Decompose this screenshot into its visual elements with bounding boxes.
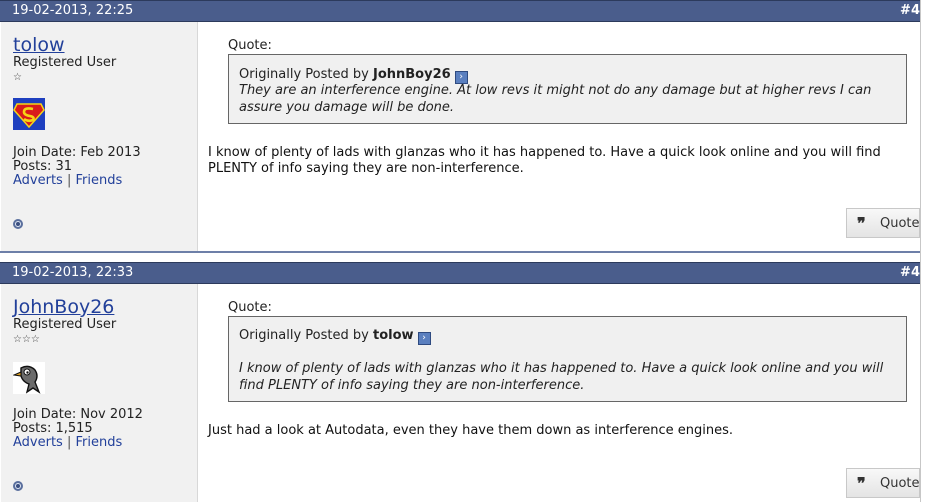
post-date: 19-02-2013, 22:33 xyxy=(12,265,134,280)
quote-button[interactable]: ❞ Quote xyxy=(846,208,920,238)
link-separator: | xyxy=(66,435,72,450)
quote-prefix: Originally Posted by xyxy=(239,328,369,343)
adverts-link[interactable]: Adverts xyxy=(13,173,63,188)
quote-marks-icon: ❞ xyxy=(857,474,866,493)
superman-avatar-icon[interactable] xyxy=(13,98,45,130)
post-header: 19-02-2013, 22:33 #4 xyxy=(0,262,920,284)
quote-button[interactable]: ❞ Quote xyxy=(846,468,920,498)
quote-attribution: Originally Posted by tolow › xyxy=(239,328,431,345)
post-number-link[interactable]: #4 xyxy=(900,3,920,18)
join-date: Join Date: Feb 2013 xyxy=(13,145,141,160)
quote-author: JohnBoy26 xyxy=(372,67,451,82)
user-info-panel: JohnBoy26 Registered User ☆☆☆ Join Date:… xyxy=(1,284,198,502)
rank-stars: ☆☆☆ xyxy=(13,334,40,345)
adverts-link[interactable]: Adverts xyxy=(13,435,63,450)
quote-author: tolow xyxy=(372,328,414,343)
user-links: Adverts | Friends xyxy=(13,173,122,188)
quote-label: Quote: xyxy=(228,300,272,315)
bird-avatar-icon[interactable] xyxy=(13,362,45,394)
message-panel: Quote: Originally Posted by JohnBoy26 › T… xyxy=(198,22,920,251)
online-status-icon xyxy=(13,219,23,229)
join-date: Join Date: Nov 2012 xyxy=(13,407,143,422)
view-post-icon[interactable]: › xyxy=(417,332,431,345)
quote-marks-icon: ❞ xyxy=(857,214,866,233)
link-separator: | xyxy=(66,173,72,188)
user-title: Registered User xyxy=(13,55,117,70)
username-link[interactable]: JohnBoy26 xyxy=(13,296,114,318)
post-1: 19-02-2013, 22:25 #4 tolow Registered Us… xyxy=(0,0,920,252)
user-title: Registered User xyxy=(13,317,117,332)
user-links: Adverts | Friends xyxy=(13,435,122,450)
post-count: Posts: 31 xyxy=(13,159,73,174)
post-message: Just had a look at Autodata, even they h… xyxy=(208,423,734,438)
quote-box: Originally Posted by JohnBoy26 › They are… xyxy=(228,54,907,124)
quote-button-label: Quote xyxy=(880,216,920,231)
rank-stars: ☆ xyxy=(13,72,22,83)
post-2: 19-02-2013, 22:33 #4 JohnBoy26 Registere… xyxy=(0,262,920,502)
quote-button-label: Quote xyxy=(880,476,920,491)
page-right-edge xyxy=(920,0,934,502)
user-info-panel: tolow Registered User ☆ Join Date: Feb 2… xyxy=(1,22,198,251)
username-link[interactable]: tolow xyxy=(13,34,65,56)
quote-prefix: Originally Posted by xyxy=(239,67,369,82)
friends-link[interactable]: Friends xyxy=(76,435,123,450)
quote-text: They are an interference engine. At low … xyxy=(239,83,872,115)
post-header: 19-02-2013, 22:25 #4 xyxy=(0,0,920,22)
post-message: I know of plenty of lads with glanzas wh… xyxy=(208,145,881,176)
quote-text: I know of plenty of lads with glanzas wh… xyxy=(239,361,884,393)
message-panel: Quote: Originally Posted by tolow › I kno… xyxy=(198,284,920,502)
quote-box: Originally Posted by tolow › I know of pl… xyxy=(228,316,907,402)
post-number-link[interactable]: #4 xyxy=(900,265,920,280)
quote-label: Quote: xyxy=(228,38,272,53)
post-date: 19-02-2013, 22:25 xyxy=(12,3,134,18)
post-divider xyxy=(0,251,920,253)
post-count: Posts: 1,515 xyxy=(13,421,93,436)
friends-link[interactable]: Friends xyxy=(76,173,123,188)
online-status-icon xyxy=(13,481,23,491)
